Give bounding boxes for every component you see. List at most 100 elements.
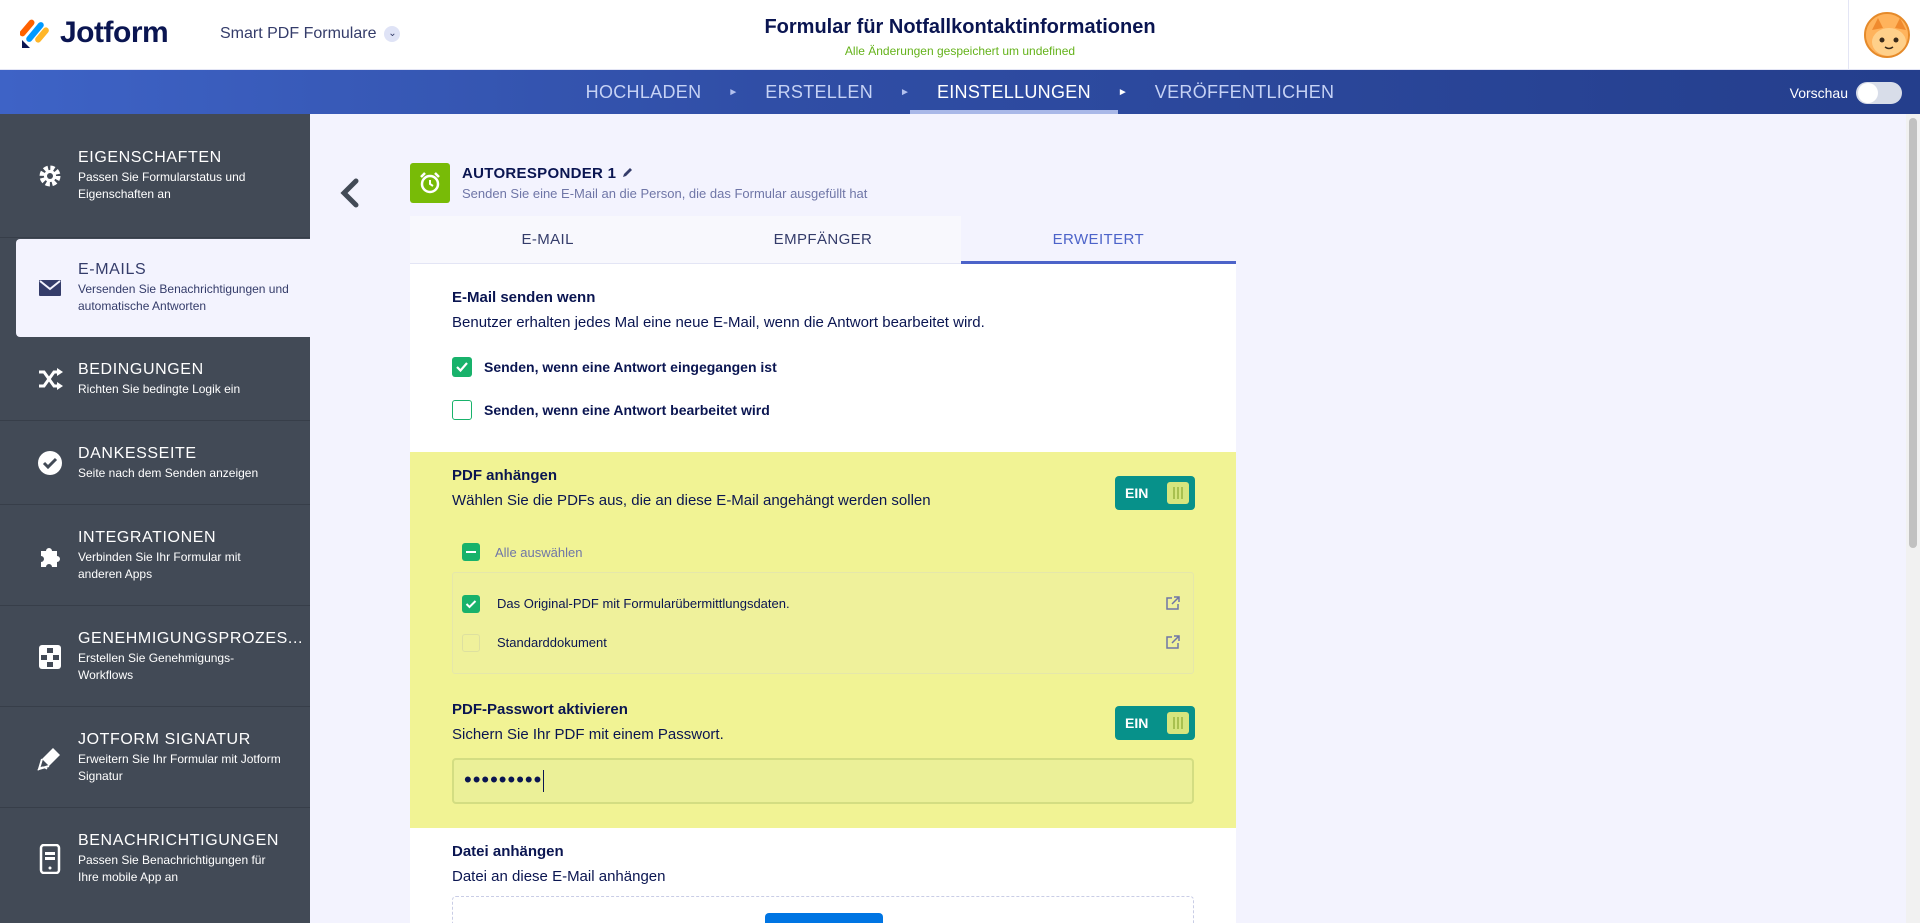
puzzle-icon (36, 543, 64, 569)
external-link-icon[interactable] (1165, 634, 1181, 650)
builder-navbar: HOCHLADEN ► ERSTELLEN ► EINSTELLUNGEN ► … (0, 70, 1920, 114)
sidebar-item-desc: Passen Sie Formularstatus und Eigenschaf… (78, 169, 246, 201)
section-desc: Sichern Sie Ihr PDF mit einem Passwort. (452, 726, 724, 743)
mobile-icon (36, 844, 64, 874)
avatar-face-icon (1866, 14, 1908, 56)
chevron-left-icon (340, 178, 359, 208)
toggle-knob (1167, 482, 1189, 504)
sidebar-item-jotform-signatur[interactable]: JOTFORM SIGNATUR Erweitern Sie Ihr Formu… (0, 708, 310, 808)
sidebar-item-desc: Verbinden Sie Ihr Formular mit anderen A… (78, 549, 241, 581)
settings-sidebar: EIGENSCHAFTEN Passen Sie Formularstatus … (0, 114, 310, 923)
pdf-checkbox-standard[interactable] (462, 634, 480, 652)
tab-email[interactable]: E-MAIL (410, 216, 685, 263)
sidebar-item-label: GENEHMIGUNGSPROZES... (78, 629, 304, 647)
sidebar-item-label: BEDINGUNGEN (78, 360, 204, 378)
step-veroeffentlichen[interactable]: VERÖFFENTLICHEN (1128, 70, 1362, 114)
file-drop-zone[interactable] (452, 896, 1194, 923)
toggle-label: EIN (1125, 485, 1149, 501)
autoresponder-subtitle: Senden Sie eine E-Mail an die Person, di… (462, 186, 868, 201)
minus-icon (466, 551, 476, 553)
sidebar-item-emails[interactable]: E-MAILS Versenden Sie Benachrichtigungen… (16, 239, 310, 337)
autoresponder-title[interactable]: AUTORESPONDER 1 (462, 165, 634, 182)
top-header: Jotform Smart PDF Formulare ⌄ Formular f… (0, 0, 1920, 70)
attach-file-section: Datei anhängen Datei an diese E-Mail anh… (410, 828, 1236, 923)
sidebar-item-integrationen[interactable]: INTEGRATIONEN Verbinden Sie Ihr Formular… (0, 506, 310, 606)
product-switcher[interactable]: Smart PDF Formulare ⌄ (220, 25, 401, 43)
checkbox-send-on-received[interactable] (452, 357, 472, 377)
user-menu[interactable] (1848, 0, 1920, 70)
tab-erweitert[interactable]: ERWEITERT (960, 216, 1237, 264)
pdf-password-toggle[interactable]: EIN (1115, 706, 1195, 740)
checkbox-label: Senden, wenn eine Antwort bearbeitet wir… (484, 402, 770, 418)
envelope-icon (36, 279, 64, 297)
pdf-file-list: Das Original-PDF mit Formularübermittlun… (452, 572, 1194, 674)
chevron-right-icon: ► (728, 86, 739, 98)
preview-label: Vorschau (1789, 85, 1848, 101)
page-scrollbar[interactable] (1906, 114, 1920, 923)
avatar[interactable] (1864, 12, 1910, 58)
sidebar-item-desc: Versenden Sie Benachrichtigungen und aut… (78, 282, 289, 313)
sidebar-item-desc: Erstellen Sie Genehmigungs-Workflows (78, 650, 235, 682)
toggle-label: EIN (1125, 715, 1149, 731)
section-desc: Benutzer erhalten jedes Mal eine neue E-… (452, 314, 985, 331)
section-title: Datei anhängen (452, 843, 564, 860)
text-caret (543, 770, 545, 793)
sidebar-item-label: BENACHRICHTIGUNGEN (78, 832, 280, 849)
pdf-section: PDF anhängen Wählen Sie die PDFs aus, di… (410, 452, 1236, 828)
alarm-clock-icon (410, 163, 450, 203)
select-all-label: Alle auswählen (495, 545, 583, 560)
pen-icon (36, 745, 64, 771)
sidebar-item-desc: Richten Sie bedingte Logik ein (78, 381, 241, 396)
step-erstellen[interactable]: ERSTELLEN (738, 70, 900, 114)
external-link-icon[interactable] (1165, 595, 1181, 611)
wizard-steps: HOCHLADEN ► ERSTELLEN ► EINSTELLUNGEN ► … (0, 70, 1920, 114)
product-name: Smart PDF Formulare (220, 25, 377, 42)
check-circle-icon (36, 450, 64, 476)
sidebar-item-label: E-MAILS (78, 261, 147, 278)
pdf-file-label: Das Original-PDF mit Formularübermittlun… (497, 596, 790, 611)
back-button[interactable] (336, 175, 362, 211)
pdf-password-input[interactable]: ••••••••• (452, 758, 1194, 804)
sidebar-item-label: JOTFORM SIGNATUR (78, 730, 251, 748)
section-desc: Wählen Sie die PDFs aus, die an diese E-… (452, 492, 931, 509)
checkbox-send-on-edit[interactable] (452, 400, 472, 420)
sidebar-item-label: EIGENSCHAFTEN (78, 148, 222, 166)
save-status: Alle Änderungen gespeichert um undefined (844, 44, 1076, 58)
password-value: ••••••••• (464, 767, 543, 792)
section-title: E-Mail senden wenn (452, 289, 596, 306)
chevron-down-icon: ⌄ (384, 26, 401, 42)
sidebar-item-dankesseite[interactable]: DANKESSEITE Seite nach dem Senden anzeig… (0, 422, 310, 505)
jotform-logo-icon (20, 19, 49, 48)
sidebar-item-bedingungen[interactable]: BEDINGUNGEN Richten Sie bedingte Logik e… (0, 338, 310, 421)
pencil-icon[interactable] (621, 166, 634, 179)
toggle-knob (1167, 712, 1189, 734)
select-all-checkbox[interactable] (462, 543, 480, 561)
sidebar-item-eigenschaften[interactable]: EIGENSCHAFTEN Passen Sie Formularstatus … (0, 114, 310, 238)
preview-toggle[interactable] (1856, 82, 1902, 104)
section-desc: Datei an diese E-Mail anhängen (452, 868, 666, 885)
sidebar-item-genehmigungsprozesse[interactable]: GENEHMIGUNGSPROZES... Erstellen Sie Gene… (0, 607, 310, 707)
email-tabs: E-MAIL EMPFÄNGER ERWEITERT (410, 216, 1237, 264)
sidebar-item-label: DANKESSEITE (78, 444, 197, 462)
sidebar-item-desc: Passen Sie Benachrichtigungen für Ihre m… (78, 853, 266, 884)
workflow-icon (36, 644, 64, 670)
preview-toggle-wrap: Vorschau (1790, 82, 1902, 104)
checkmark-icon (465, 600, 477, 609)
gear-icon (36, 163, 64, 189)
section-title: PDF anhängen (452, 467, 558, 484)
send-when-section: E-Mail senden wenn Benutzer erhalten jed… (410, 264, 1236, 452)
step-einstellungen[interactable]: EINSTELLUNGEN (909, 70, 1118, 114)
attach-pdf-toggle[interactable]: EIN (1115, 476, 1195, 510)
scrollbar-thumb[interactable] (1909, 118, 1917, 548)
step-hochladen[interactable]: HOCHLADEN (559, 70, 729, 114)
jotform-logo[interactable]: Jotform (20, 16, 169, 50)
sidebar-item-desc: Erweitern Sie Ihr Formular mit Jotform S… (78, 751, 281, 783)
sidebar-item-benachrichtigungen[interactable]: BENACHRICHTIGUNGEN Passen Sie Benachrich… (0, 809, 310, 909)
sidebar-item-label: INTEGRATIONEN (78, 528, 217, 546)
brand-name: Jotform (60, 16, 169, 49)
pdf-checkbox-original[interactable] (462, 595, 480, 613)
section-title: PDF-Passwort aktivieren (452, 701, 628, 718)
checkmark-icon (456, 362, 468, 373)
tab-empfaenger[interactable]: EMPFÄNGER (685, 216, 960, 263)
upload-button[interactable] (765, 913, 883, 923)
